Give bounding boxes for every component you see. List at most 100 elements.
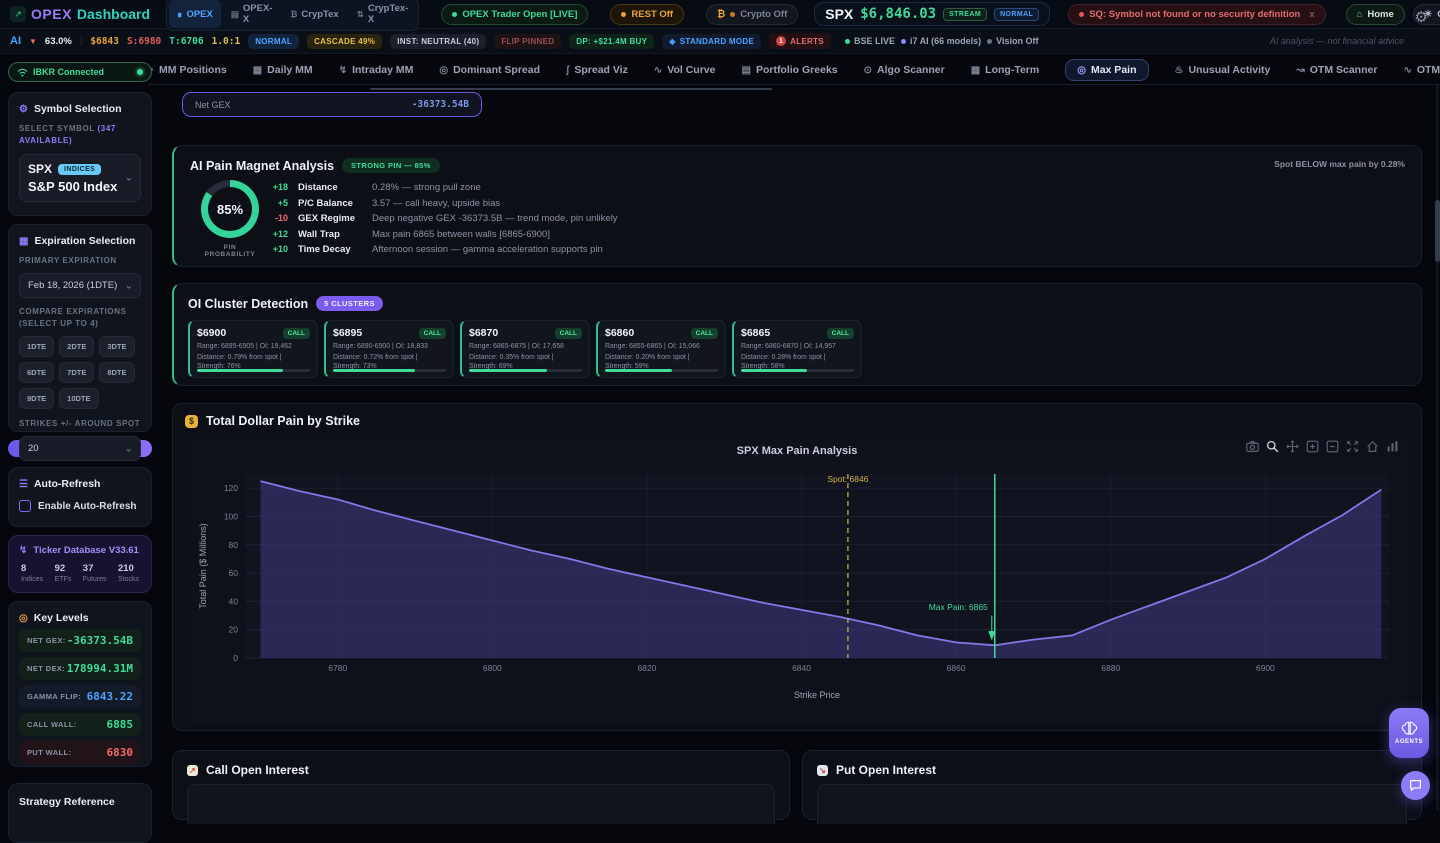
tab-spread-viz[interactable]: ʃSpread Viz: [566, 64, 628, 76]
tab-vol-curve[interactable]: ∿Vol Curve: [654, 64, 716, 76]
tab-portfolio-greeks[interactable]: ▤Portfolio Greeks: [741, 64, 837, 76]
crypto-toggle-pill[interactable]: ₿ Crypto Off: [706, 4, 798, 25]
dte-chip-9dte[interactable]: 9DTE: [19, 388, 54, 409]
logo-chart-icon: ↗: [10, 6, 26, 22]
cluster-card-6860[interactable]: $6860CALL Range: 6855-6865 | OI: 15,066 …: [596, 320, 726, 378]
zoom-out-icon[interactable]: [1326, 440, 1339, 453]
key-levels-title: Key Levels: [34, 612, 89, 624]
pan-icon[interactable]: [1286, 440, 1299, 453]
app-tab-cryptex-x[interactable]: ⇅CrypTex-X: [349, 0, 417, 28]
auto-refresh-checkbox[interactable]: [19, 500, 31, 512]
strength-bar: [469, 369, 547, 372]
zoom-icon[interactable]: [1266, 440, 1279, 453]
tab-label: Vol Curve: [667, 64, 715, 76]
tab-dominant-spread[interactable]: ◎Dominant Spread: [439, 64, 540, 76]
indicator-vision-off[interactable]: Vision Off: [987, 36, 1038, 46]
tab-unusual-activity[interactable]: ♨Unusual Activity: [1175, 64, 1271, 76]
cluster-range: Range: 6865-6875 | OI: 17,658: [469, 342, 582, 352]
cluster-card-6895[interactable]: $6895CALL Range: 6890-6900 | OI: 18,833 …: [324, 320, 454, 378]
intraday-mm-icon: ↯: [339, 65, 347, 76]
tab-otm-scanner[interactable]: ↝OTM Scanner: [1296, 64, 1377, 76]
max-pain-chart[interactable]: 6780680068206840686068806900020406080100…: [195, 462, 1403, 702]
tab-label: Max Pain: [1091, 64, 1137, 76]
dte-chip-6dte[interactable]: 6DTE: [19, 362, 54, 383]
indicator-bse-live[interactable]: BSE LIVE: [845, 36, 895, 46]
camera-icon[interactable]: [1246, 440, 1259, 453]
cluster-card-6865[interactable]: $6865CALL Range: 6860-6870 | OI: 14,957 …: [732, 320, 862, 378]
dte-chip-1dte[interactable]: 1DTE: [19, 336, 54, 357]
svg-text:6820: 6820: [637, 663, 656, 673]
total-pain-title: Total Dollar Pain by Strike: [206, 414, 360, 428]
home-button[interactable]: ⌂ Home: [1346, 4, 1405, 25]
tab-max-pain[interactable]: ◎Max Pain: [1065, 59, 1148, 81]
dte-chip-10dte[interactable]: 10DTE: [59, 388, 98, 409]
status-dot: [452, 12, 457, 17]
primary-expiration-dropdown[interactable]: Feb 18, 2026 (1DTE) ⌄: [19, 273, 141, 298]
badge-flip-pinned[interactable]: FLIP PINNED: [494, 34, 561, 49]
trader-status-pill[interactable]: OPEX Trader Open [LIVE]: [441, 4, 588, 25]
reset-axes-home-icon[interactable]: [1366, 440, 1379, 453]
symbol-selection-title: Symbol Selection: [34, 103, 122, 115]
select-symbol-label: SELECT SYMBOL: [19, 124, 95, 133]
agents-button[interactable]: AGENTS: [1389, 708, 1429, 758]
enable-auto-refresh-toggle[interactable]: Enable Auto-Refresh: [19, 500, 141, 512]
cluster-card-6870[interactable]: $6870CALL Range: 6865-6875 | OI: 17,658 …: [460, 320, 590, 378]
app-tab-opex-x[interactable]: ▤OPEX-X: [223, 0, 281, 28]
dte-chip-2dte[interactable]: 2DTE: [59, 336, 94, 357]
error-toast[interactable]: SQ: Symbol not found or no security defi…: [1068, 4, 1325, 25]
dte-chip-3dte[interactable]: 3DTE: [99, 336, 134, 357]
call-badge: CALL: [691, 328, 718, 339]
max-pain-chart-host[interactable]: 6780680068206840686068806900020406080100…: [195, 462, 1403, 707]
badge-normal[interactable]: NORMAL: [248, 34, 299, 49]
ibkr-connection-pill[interactable]: IBKR Connected: [8, 62, 152, 82]
app-tab-opex[interactable]: ∎OPEX: [169, 0, 221, 28]
alert-count: 1: [776, 36, 786, 46]
rest-toggle-pill[interactable]: REST Off: [610, 4, 684, 25]
key-level-rows: NET GEX:-36373.54BNET DEX:178994.31MGAMM…: [19, 629, 141, 764]
risk-ratio: 1.0:1: [212, 36, 241, 47]
tab-mm-positions[interactable]: ◔MM Positions: [148, 64, 227, 76]
app-tab-cryptex[interactable]: ₿CrypTex: [282, 0, 346, 28]
scrollbar-track[interactable]: [1436, 85, 1439, 810]
cluster-range: Range: 6895-6905 | OI: 19,462: [197, 342, 310, 352]
settings-gear-icon[interactable]: ⚙: [1415, 8, 1428, 26]
factor-label: Distance: [298, 182, 362, 193]
chat-button[interactable]: [1401, 771, 1430, 800]
gear-icon: ⚙: [19, 104, 28, 115]
autoscale-icon[interactable]: [1346, 440, 1359, 453]
symbol-dropdown[interactable]: SPX INDICES S&P 500 Index ⌄: [19, 154, 141, 202]
dte-chip-8dte[interactable]: 8DTE: [99, 362, 134, 383]
tab-long-term[interactable]: ▦Long-Term: [971, 64, 1040, 76]
key-level-net-gex: NET GEX:-36373.54B: [19, 629, 141, 652]
dte-chip-7dte[interactable]: 7DTE: [59, 362, 94, 383]
badge-dp-21-4m-buy[interactable]: DP: +$21.4M BUY: [569, 34, 654, 49]
oi-cluster-title: OI Cluster Detection: [188, 297, 308, 311]
net-gex-value: -36373.54B: [412, 99, 469, 110]
status-dot: [845, 39, 850, 44]
tab-algo-scanner[interactable]: ⊙Algo Scanner: [864, 64, 945, 76]
unusual-activity-icon: ♨: [1175, 65, 1184, 76]
badge-inst-neutral-40[interactable]: INST: NEUTRAL (40): [390, 34, 486, 49]
expiration-title: Expiration Selection: [34, 235, 135, 247]
tab-intraday-mm[interactable]: ↯ Intraday MM: [339, 64, 414, 76]
badge-cascade-49[interactable]: CASCADE 49%: [307, 34, 382, 49]
plotly-logo-icon[interactable]: [1386, 440, 1399, 453]
indices-badge: INDICES: [58, 164, 101, 175]
pain-magnet-title: AI Pain Magnet Analysis: [190, 159, 334, 173]
toast-close-button[interactable]: x: [1309, 9, 1314, 20]
tab-daily-mm[interactable]: ▦Daily MM: [253, 64, 313, 76]
factor-label: Wall Trap: [298, 229, 362, 240]
strikes-dropdown[interactable]: 20 ⌄: [19, 436, 141, 461]
pin-probability-gauge: 85% PIN PROBABILITY: [198, 180, 262, 258]
cluster-card-6900[interactable]: $6900CALL Range: 6895-6905 | OI: 19,462 …: [188, 320, 318, 378]
scrollbar-thumb[interactable]: [1435, 200, 1440, 262]
badge-alerts[interactable]: 1ALERTS: [769, 33, 831, 49]
badge-standard-mode[interactable]: ◈STANDARD MODE: [662, 34, 761, 49]
tab-label: Intraday MM: [352, 64, 413, 76]
algo-scanner-icon: ⊙: [864, 65, 872, 76]
tab-otm-visualizer[interactable]: ∿OTM Visualizer: [1403, 64, 1440, 76]
zoom-in-icon[interactable]: [1306, 440, 1319, 453]
net-gex-row: Net GEX -36373.54B: [182, 92, 482, 117]
sidebar: IBKR Connected ⚙ Symbol Selection SELECT…: [8, 62, 152, 843]
indicator-i7-ai-66-models[interactable]: i7 AI (66 models): [901, 36, 981, 46]
